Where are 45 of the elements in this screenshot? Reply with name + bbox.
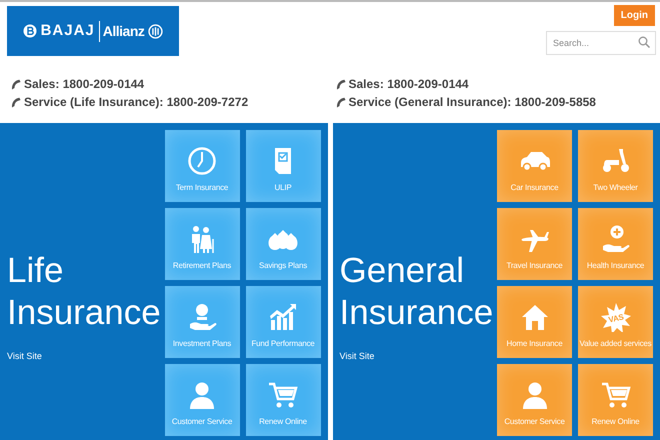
phone-number: Service (Life Insurance): 1800-209-7272 bbox=[24, 94, 248, 111]
hand-plus-icon bbox=[600, 224, 630, 254]
product-tile[interactable]: VAS Value added services bbox=[578, 286, 653, 358]
coin-hand-icon bbox=[187, 302, 217, 332]
product-tile[interactable]: ULIP bbox=[246, 130, 320, 202]
product-tile[interactable]: Customer Service bbox=[164, 364, 240, 436]
clock-icon bbox=[187, 146, 217, 176]
product-tile[interactable]: Travel Insurance bbox=[497, 208, 572, 280]
phone-icon bbox=[11, 96, 21, 108]
logo[interactable]: BAJAJ Allianz bbox=[7, 6, 179, 56]
phone-number: Sales: 1800-209-0144 bbox=[24, 76, 144, 93]
product-tile[interactable]: Retirement Plans bbox=[164, 208, 240, 280]
phone-icon bbox=[336, 78, 346, 90]
panel-title: General Insurance bbox=[340, 250, 494, 334]
visit-site-link[interactable]: Visit Site bbox=[7, 350, 42, 364]
starburst-icon: VAS bbox=[600, 302, 630, 332]
product-tile[interactable]: Customer Service bbox=[497, 364, 572, 436]
product-tile[interactable]: Investment Plans bbox=[164, 286, 240, 358]
product-tile[interactable]: Renew Online bbox=[246, 364, 320, 436]
product-tile[interactable]: Home Insurance bbox=[497, 286, 572, 358]
product-tile[interactable]: Renew Online bbox=[578, 364, 653, 436]
cart-icon bbox=[600, 380, 630, 410]
partner-emblem-icon bbox=[148, 24, 164, 38]
product-tile[interactable]: Health Insurance bbox=[578, 208, 653, 280]
house-icon bbox=[520, 302, 550, 332]
product-tile[interactable]: Fund Performance bbox=[246, 286, 320, 358]
phone-icon bbox=[336, 96, 346, 108]
phone-number: Service (General Insurance): 1800-209-5858 bbox=[348, 94, 596, 111]
partner-name: Allianz bbox=[98, 20, 144, 42]
search-field[interactable]: Search... bbox=[546, 31, 656, 55]
product-tile[interactable]: Savings Plans bbox=[246, 208, 320, 280]
panel-title: Life Insurance bbox=[7, 250, 162, 334]
login-button[interactable]: Login bbox=[614, 5, 655, 26]
person-icon bbox=[187, 380, 217, 410]
phone-icon bbox=[11, 78, 21, 90]
phone-number: Sales: 1800-209-0144 bbox=[348, 76, 469, 93]
brand-name: BAJAJ bbox=[40, 20, 95, 41]
product-tile[interactable]: Car Insurance bbox=[497, 130, 572, 202]
brand-emblem-icon bbox=[22, 24, 37, 38]
cart-icon bbox=[268, 380, 298, 410]
product-tile[interactable]: Two Wheeler bbox=[578, 130, 653, 202]
visit-site-link[interactable]: Visit Site bbox=[340, 350, 374, 364]
product-tile[interactable]: Term Insurance bbox=[164, 130, 240, 202]
growth-chart-icon bbox=[268, 302, 298, 332]
search-icon[interactable] bbox=[638, 36, 650, 48]
